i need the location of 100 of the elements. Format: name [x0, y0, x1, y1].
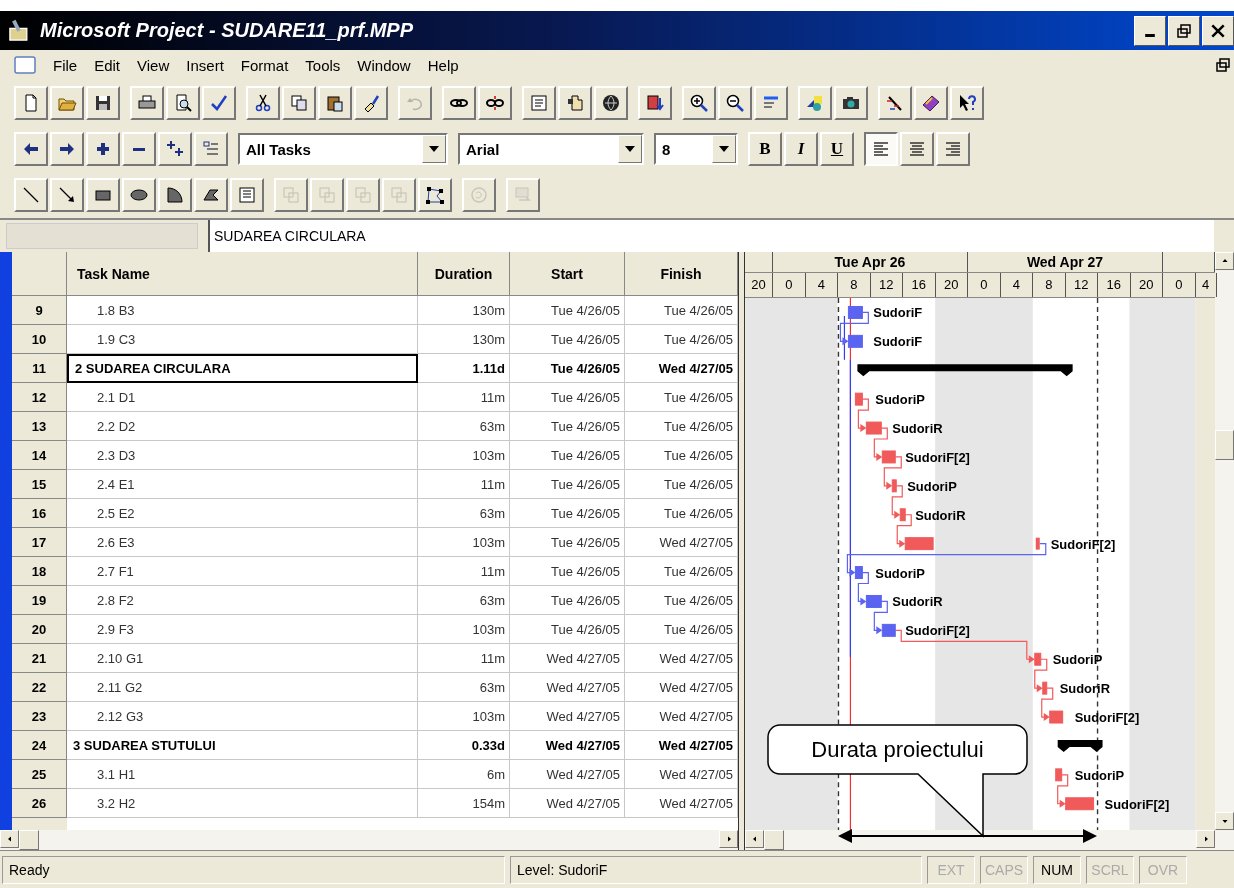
callout-text: Durata proiectului	[810, 735, 985, 764]
status-level: Level: SudoriF	[510, 856, 922, 884]
table-row[interactable]: 22 2.11 G2 63m Wed 4/27/05 Wed 4/27/05	[12, 673, 738, 702]
resource-label: SudoriR	[915, 507, 966, 523]
scroll-thumb[interactable]	[19, 830, 39, 850]
scissors-icon	[253, 93, 273, 113]
menu-item[interactable]: View	[137, 56, 170, 74]
pane-splitter[interactable]	[738, 252, 745, 830]
scroll-right-button[interactable]	[719, 830, 738, 848]
link-line	[857, 398, 869, 432]
close-button[interactable]	[1202, 15, 1234, 46]
minus-icon	[133, 147, 145, 151]
column-header[interactable]: Task Name	[67, 252, 418, 296]
row-number[interactable]: 10	[12, 325, 67, 354]
arc-icon	[165, 185, 185, 205]
table-cell: 63m	[418, 673, 510, 702]
table-cell: 0.33d	[418, 731, 510, 760]
scroll-bar[interactable]	[0, 830, 738, 850]
table-cell: 103m	[418, 528, 510, 557]
row-number[interactable]: 20	[12, 615, 67, 644]
scroll-left-button[interactable]	[745, 830, 764, 848]
format-button[interactable]: I	[784, 132, 818, 166]
table-cell: Wed 4/27/05	[510, 760, 625, 789]
table-row[interactable]: 11 2 SUDAREA CIRCULARA 1.11d Tue 4/26/05 Wed 4/27/05	[12, 354, 738, 383]
scroll-bar[interactable]	[1215, 252, 1234, 830]
scroll-bar[interactable]	[745, 830, 1234, 850]
row-number[interactable]: 15	[12, 470, 67, 499]
pane-splitter[interactable]	[738, 830, 745, 850]
dropdown-field[interactable]: All Tasks	[238, 133, 448, 165]
row-number[interactable]: 12	[12, 383, 67, 412]
table-cell: 63m	[418, 586, 510, 615]
table-cell: Tue 4/26/05	[510, 412, 625, 441]
row-number[interactable]: 22	[12, 673, 67, 702]
resource-label: SudoriF[2]	[1050, 536, 1116, 552]
table-cell: 2.6 E3	[67, 528, 418, 557]
row-number[interactable]: 19	[12, 586, 67, 615]
table-row[interactable]: 16 2.5 E2 63m Tue 4/26/05 Tue 4/26/05	[12, 499, 738, 528]
table-cell: 2.4 E1	[67, 470, 418, 499]
row-number[interactable]: 25	[12, 760, 67, 789]
dropdown-field[interactable]: Arial	[458, 133, 644, 165]
row-number[interactable]: 14	[12, 441, 67, 470]
scroll-right-button[interactable]	[1196, 830, 1215, 848]
row-number[interactable]: 9	[12, 296, 67, 325]
table-row[interactable]: 18 2.7 F1 11m Tue 4/26/05 Tue 4/26/05	[12, 557, 738, 586]
table-row[interactable]: 13 2.2 D2 63m Tue 4/26/05 Tue 4/26/05	[12, 412, 738, 441]
resource-label: SudoriR	[892, 594, 943, 610]
table-cell: 11m	[418, 557, 510, 586]
table-row[interactable]: 21 2.10 G1 11m Wed 4/27/05 Wed 4/27/05	[12, 644, 738, 673]
menu-item[interactable]: Window	[357, 56, 411, 74]
table-row[interactable]: 19 2.8 F2 63m Tue 4/26/05 Tue 4/26/05	[12, 586, 738, 615]
table-row[interactable]: 23 2.12 G3 103m Wed 4/27/05 Wed 4/27/05	[12, 702, 738, 731]
scroll-thumb[interactable]	[1215, 430, 1234, 460]
select-all-cell[interactable]	[12, 252, 67, 296]
format-button[interactable]: U	[820, 132, 854, 166]
help-pointer-icon	[957, 93, 977, 113]
menu-item[interactable]: File	[53, 56, 78, 74]
row-number[interactable]: 17	[12, 528, 67, 557]
table-row[interactable]: 17 2.6 E3 103m Tue 4/26/05 Wed 4/27/05	[12, 528, 738, 557]
menu-item[interactable]: Help	[427, 56, 459, 74]
table-cell: 2.2 D2	[67, 412, 418, 441]
table-row[interactable]: 15 2.4 E1 11m Tue 4/26/05 Tue 4/26/05	[12, 470, 738, 499]
table-row[interactable]: 20 2.9 F3 103m Tue 4/26/05 Tue 4/26/05	[12, 615, 738, 644]
format-button[interactable]: B	[748, 132, 782, 166]
row-number[interactable]: 18	[12, 557, 67, 586]
scroll-left-button[interactable]	[0, 830, 19, 848]
scroll-down-button[interactable]	[1215, 812, 1234, 830]
layers-icon	[353, 185, 373, 205]
scroll-up-button[interactable]	[1215, 252, 1234, 270]
minimize-button[interactable]	[1134, 15, 1166, 46]
column-header[interactable]: Finish	[625, 252, 738, 296]
row-number[interactable]: 21	[12, 644, 67, 673]
column-header[interactable]: Start	[510, 252, 625, 296]
dropdown-field[interactable]: 8	[654, 133, 738, 165]
menu-item[interactable]: Tools	[305, 56, 341, 74]
table-row[interactable]: 24 3 SUDAREA STUTULUI 0.33d Wed 4/27/05 Wed 4/27/05	[12, 731, 738, 760]
table-row[interactable]: 12 2.1 D1 11m Tue 4/26/05 Tue 4/26/05	[12, 383, 738, 412]
restore-button[interactable]	[1168, 15, 1200, 46]
window-title: Microsoft Project - SUDARE11_prf.MPP	[40, 19, 415, 42]
row-number[interactable]: 26	[12, 789, 67, 818]
restore-icon[interactable]	[1216, 58, 1230, 72]
table-cell: 2.9 F3	[67, 615, 418, 644]
table-row[interactable]: 10 1.9 C3 130m Tue 4/26/05 Tue 4/26/05	[12, 325, 738, 354]
row-number[interactable]: 16	[12, 499, 67, 528]
scroll-thumb[interactable]	[764, 830, 784, 850]
entry-field[interactable]: SUDAREA CIRCULARA	[208, 220, 1214, 252]
table-cell: Tue 4/26/05	[510, 354, 625, 383]
table-cell: Tue 4/26/05	[510, 499, 625, 528]
resource-label: SudoriP	[907, 478, 957, 494]
row-number[interactable]: 23	[12, 702, 67, 731]
menu-item[interactable]: Insert	[186, 56, 224, 74]
menu-item[interactable]: Edit	[94, 56, 121, 74]
menu-item[interactable]: Format	[240, 56, 289, 74]
table-row[interactable]: 9 1.8 B3 130m Tue 4/26/05 Tue 4/26/05	[12, 296, 738, 325]
row-number[interactable]: 24	[12, 731, 67, 760]
table-row[interactable]: 14 2.3 D3 103m Tue 4/26/05 Tue 4/26/05	[12, 441, 738, 470]
row-number[interactable]: 13	[12, 412, 67, 441]
table-row[interactable]: 25 3.1 H1 6m Wed 4/27/05 Wed 4/27/05	[12, 760, 738, 789]
table-cell: Tue 4/26/05	[510, 615, 625, 644]
column-header[interactable]: Duration	[418, 252, 510, 296]
row-number[interactable]: 11	[12, 354, 67, 383]
